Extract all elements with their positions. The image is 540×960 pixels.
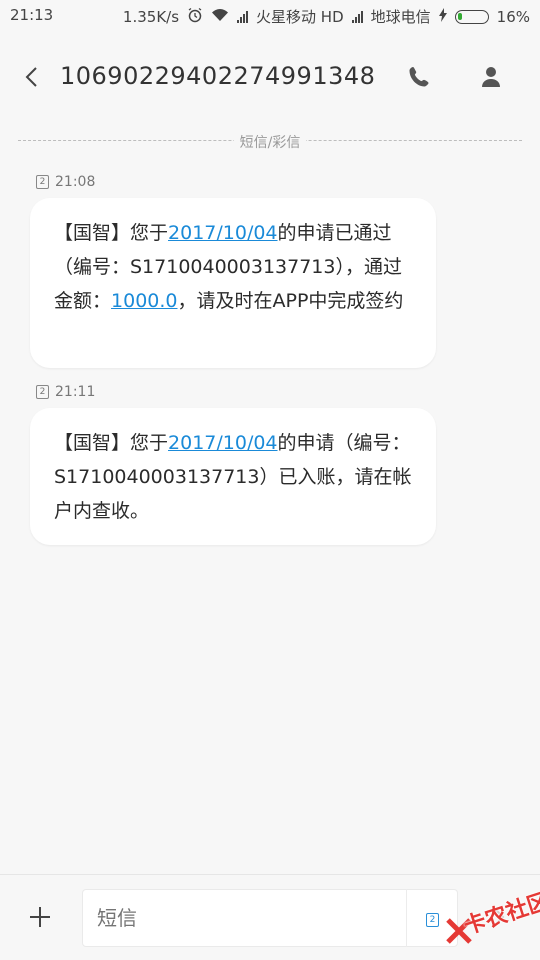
charging-icon — [438, 7, 447, 26]
plus-icon[interactable] — [28, 905, 52, 929]
watermark-text: 卡农社区 — [461, 888, 540, 940]
battery-icon — [454, 9, 489, 24]
wifi-icon — [211, 8, 229, 26]
chevron-left-icon[interactable] — [18, 62, 48, 92]
message-bubble[interactable]: 【国智】您于2017/10/04的申请（编号：S1710040003137713… — [30, 408, 436, 545]
message-input[interactable] — [82, 889, 458, 947]
divider-label: 短信/彩信 — [233, 135, 307, 151]
carrier-1: 火星移动 HD — [256, 8, 344, 26]
conversation-header: 10690229402274991348 — [0, 32, 540, 120]
message-meta: 2 21:08 — [36, 174, 95, 190]
date-link[interactable]: 2017/10/04 — [168, 222, 278, 244]
message-text: 【国智】您于 — [54, 432, 169, 454]
battery-percent: 16% — [496, 7, 530, 26]
message-time: 21:11 — [55, 384, 96, 400]
message-time: 21:08 — [55, 174, 96, 190]
person-icon[interactable] — [476, 62, 506, 92]
page-title: 10690229402274991348 — [60, 62, 376, 90]
message-text: ，请及时在APP中完成签约 — [177, 290, 404, 312]
signal-icon-2 — [351, 10, 363, 23]
amount-link[interactable]: 1000.0 — [111, 290, 177, 312]
message-bubble[interactable]: 【国智】您于2017/10/04的申请已通过（编号：S1710040003137… — [30, 198, 436, 368]
net-speed: 1.35K/s — [122, 7, 180, 26]
watermark-logo: 卡农社区 — [440, 876, 540, 960]
sim-icon: 2 — [36, 175, 49, 189]
status-time: 21:13 — [10, 6, 54, 24]
message-text: 【国智】您于 — [54, 222, 169, 244]
status-right: 1.35K/s 火星移动 HD 地球电信 16% — [123, 6, 530, 27]
send-sim-icon[interactable]: 2 — [426, 913, 439, 927]
date-link[interactable]: 2017/10/04 — [168, 432, 278, 454]
status-bar: 21:13 1.35K/s 火星移动 HD 地球电信 16% — [0, 0, 540, 32]
alarm-icon — [187, 7, 203, 27]
message-meta: 2 21:11 — [36, 384, 95, 400]
phone-icon[interactable] — [404, 62, 434, 92]
carrier-2: 地球电信 — [370, 8, 431, 26]
signal-icon — [237, 10, 249, 23]
message-type-divider: 短信/彩信 — [18, 130, 522, 152]
sim-icon: 2 — [36, 385, 49, 399]
